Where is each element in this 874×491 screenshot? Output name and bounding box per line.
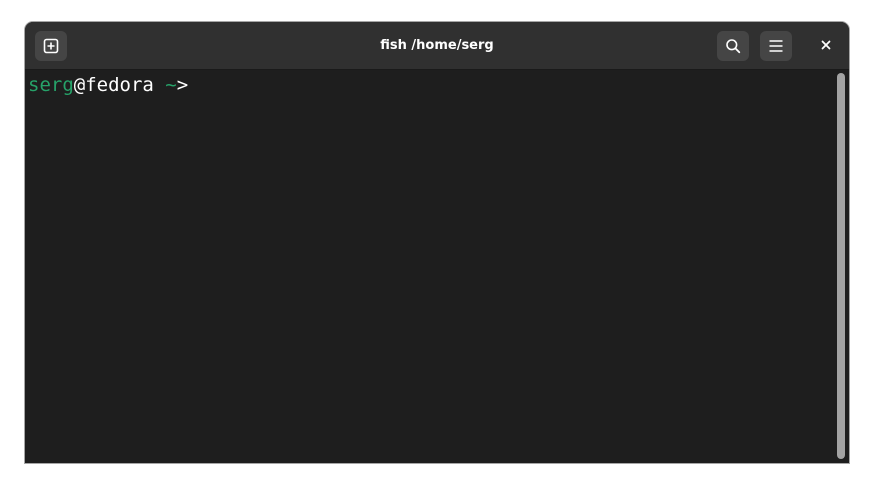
tab-new-icon xyxy=(43,38,59,54)
prompt-char: > xyxy=(176,74,189,96)
prompt-cwd: ~ xyxy=(165,74,177,96)
main-menu-button[interactable] xyxy=(760,31,792,61)
new-tab-button[interactable] xyxy=(35,31,67,61)
close-button[interactable] xyxy=(811,31,841,61)
close-icon xyxy=(821,37,831,55)
search-button[interactable] xyxy=(717,31,749,61)
prompt-user: serg xyxy=(28,74,74,96)
prompt-host: @fedora xyxy=(73,74,154,96)
shell-prompt: serg@fedora ~> xyxy=(28,73,188,97)
header-bar: fish /home/serg xyxy=(25,22,849,70)
hamburger-menu-icon xyxy=(768,38,784,54)
search-icon xyxy=(725,38,741,54)
terminal-area[interactable]: serg@fedora ~> xyxy=(25,70,833,463)
terminal-window: fish /home/serg serg@fedora ~> xyxy=(25,22,849,463)
scrollbar-thumb[interactable] xyxy=(837,73,845,459)
scrollbar[interactable] xyxy=(836,71,846,461)
